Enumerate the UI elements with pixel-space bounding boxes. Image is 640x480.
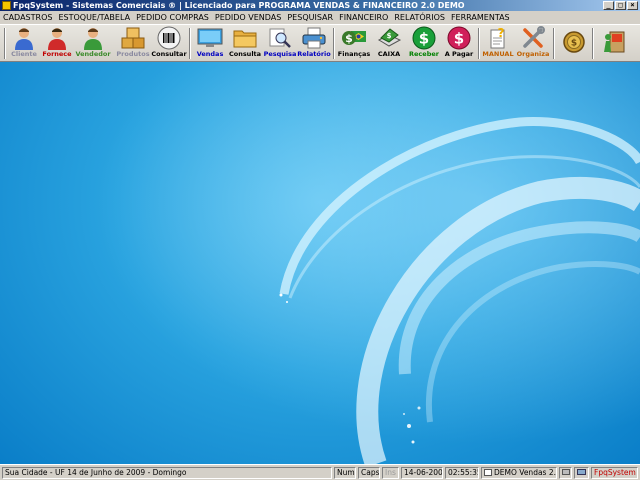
printer-icon bbox=[301, 26, 327, 50]
menu-ferramentas[interactable]: FERRAMENTAS bbox=[451, 11, 510, 24]
app-icon bbox=[2, 1, 11, 10]
toolbar: Cliente Fornece Vendedor Produtos Consul… bbox=[0, 24, 640, 62]
cash-box-icon: $ bbox=[376, 26, 402, 50]
minimize-button[interactable]: _ bbox=[603, 1, 614, 10]
menu-financeiro[interactable]: FINANCEIRO bbox=[339, 11, 388, 24]
apagar-label: A Pagar bbox=[444, 50, 474, 58]
svg-text:$: $ bbox=[419, 30, 429, 48]
coin-button[interactable]: $ bbox=[560, 26, 588, 61]
boxes-icon bbox=[120, 26, 146, 50]
calendar-icon bbox=[484, 469, 492, 476]
svg-text:$: $ bbox=[345, 32, 353, 45]
computer-status-icon bbox=[577, 469, 586, 475]
status-date: 14-06-2009 bbox=[401, 467, 443, 479]
receber-label: Receber bbox=[409, 50, 439, 58]
status-time: 02:55:35 bbox=[445, 467, 479, 479]
menu-relatorios[interactable]: RELATÓRIOS bbox=[394, 11, 445, 24]
toolbar-separator bbox=[189, 28, 191, 59]
fornece-label: Fornece bbox=[42, 50, 72, 58]
magnifier-icon bbox=[267, 26, 293, 50]
relatorio-label: Relatório bbox=[297, 50, 331, 58]
financas-button[interactable]: $ Finanças bbox=[338, 26, 370, 61]
organiza-button[interactable]: Organiza bbox=[516, 26, 550, 61]
pesquisa-button[interactable]: Pesquisa bbox=[264, 26, 296, 61]
consulta-label: Consulta bbox=[228, 50, 262, 58]
cliente-button[interactable]: Cliente bbox=[9, 26, 39, 61]
status-edition-label: DEMO Vendas 2.0 bbox=[494, 468, 557, 477]
menu-pedido-compras[interactable]: PEDIDO COMPRAS bbox=[136, 11, 209, 24]
folder-icon bbox=[232, 26, 258, 50]
toolbar-separator bbox=[4, 28, 6, 59]
status-num: Num bbox=[334, 467, 356, 479]
svg-text:$: $ bbox=[571, 39, 577, 49]
dollar-green-icon: $ bbox=[411, 26, 437, 50]
title-bar: FpqSystem - Sistemas Comerciais ® | Lice… bbox=[0, 0, 640, 11]
manual-button[interactable]: ? MANUAL bbox=[482, 26, 514, 61]
background-swirl-image bbox=[0, 62, 640, 464]
vendas-label: Vendas bbox=[196, 50, 224, 58]
exit-door-icon bbox=[600, 30, 626, 54]
menu-estoque-tabela[interactable]: ESTOQUE/TABELA bbox=[58, 11, 130, 24]
toolbar-separator bbox=[592, 28, 594, 59]
manual-label: MANUAL bbox=[482, 50, 514, 58]
money-flag-icon: $ bbox=[341, 26, 367, 50]
consulta-button[interactable]: Consulta bbox=[229, 26, 261, 61]
vendas-button[interactable]: Vendas bbox=[194, 26, 226, 61]
consultar-label: Consultar bbox=[151, 50, 187, 58]
menu-bar: CADASTROS ESTOQUE/TABELA PEDIDO COMPRAS … bbox=[0, 11, 640, 24]
receber-button[interactable]: $ Receber bbox=[408, 26, 440, 61]
window-title: FpqSystem - Sistemas Comerciais ® | Lice… bbox=[13, 1, 465, 10]
svg-text:?: ? bbox=[498, 26, 505, 40]
consultar-button[interactable]: Consultar bbox=[151, 26, 187, 61]
printer-status-icon bbox=[562, 469, 570, 475]
help-document-icon: ? bbox=[485, 26, 511, 50]
coin-icon: $ bbox=[561, 30, 587, 54]
dollar-red-icon: $ bbox=[446, 26, 472, 50]
exit-button[interactable] bbox=[598, 26, 628, 61]
window-controls: _ □ × bbox=[603, 1, 638, 10]
financas-label: Finanças bbox=[337, 50, 371, 58]
close-button[interactable]: × bbox=[627, 1, 638, 10]
menu-cadastros[interactable]: CADASTROS bbox=[3, 11, 52, 24]
status-icon-panel bbox=[574, 467, 589, 479]
organiza-label: Organiza bbox=[516, 50, 550, 58]
status-edition: DEMO Vendas 2.0 bbox=[481, 467, 557, 479]
status-caps: Caps bbox=[358, 467, 380, 479]
status-icon-panel bbox=[559, 467, 572, 479]
menu-pedido-vendas[interactable]: PEDIDO VENDAS bbox=[215, 11, 281, 24]
monitor-icon bbox=[197, 26, 223, 50]
caixa-label: CAIXA bbox=[377, 50, 401, 58]
menu-pesquisar[interactable]: PESQUISAR bbox=[287, 11, 333, 24]
caixa-button[interactable]: $ CAIXA bbox=[373, 26, 405, 61]
barcode-icon bbox=[156, 26, 182, 50]
toolbar-separator bbox=[333, 28, 335, 59]
pesquisa-label: Pesquisa bbox=[263, 50, 297, 58]
fornece-button[interactable]: Fornece bbox=[42, 26, 72, 61]
status-brand: FpqSystem bbox=[591, 467, 638, 479]
toolbar-separator bbox=[553, 28, 555, 59]
vendedor-label: Vendedor bbox=[75, 50, 111, 58]
svg-text:$: $ bbox=[387, 32, 392, 40]
maximize-button[interactable]: □ bbox=[615, 1, 626, 10]
status-ins: Ins bbox=[382, 467, 399, 479]
tools-icon bbox=[520, 26, 546, 50]
person-red-icon bbox=[44, 26, 70, 50]
apagar-button[interactable]: $ A Pagar bbox=[443, 26, 475, 61]
main-background bbox=[0, 62, 640, 464]
produtos-button[interactable]: Produtos bbox=[116, 26, 150, 61]
toolbar-separator bbox=[478, 28, 480, 59]
svg-text:$: $ bbox=[454, 30, 464, 48]
person-blue-icon bbox=[11, 26, 37, 50]
person-green-icon bbox=[80, 26, 106, 50]
status-bar: Sua Cidade - UF 14 de Junho de 2009 - Do… bbox=[0, 464, 640, 480]
vendedor-button[interactable]: Vendedor bbox=[75, 26, 111, 61]
cliente-label: Cliente bbox=[11, 50, 37, 58]
relatorio-button[interactable]: Relatório bbox=[297, 26, 331, 61]
produtos-label: Produtos bbox=[116, 50, 150, 58]
status-location: Sua Cidade - UF 14 de Junho de 2009 - Do… bbox=[2, 467, 332, 479]
